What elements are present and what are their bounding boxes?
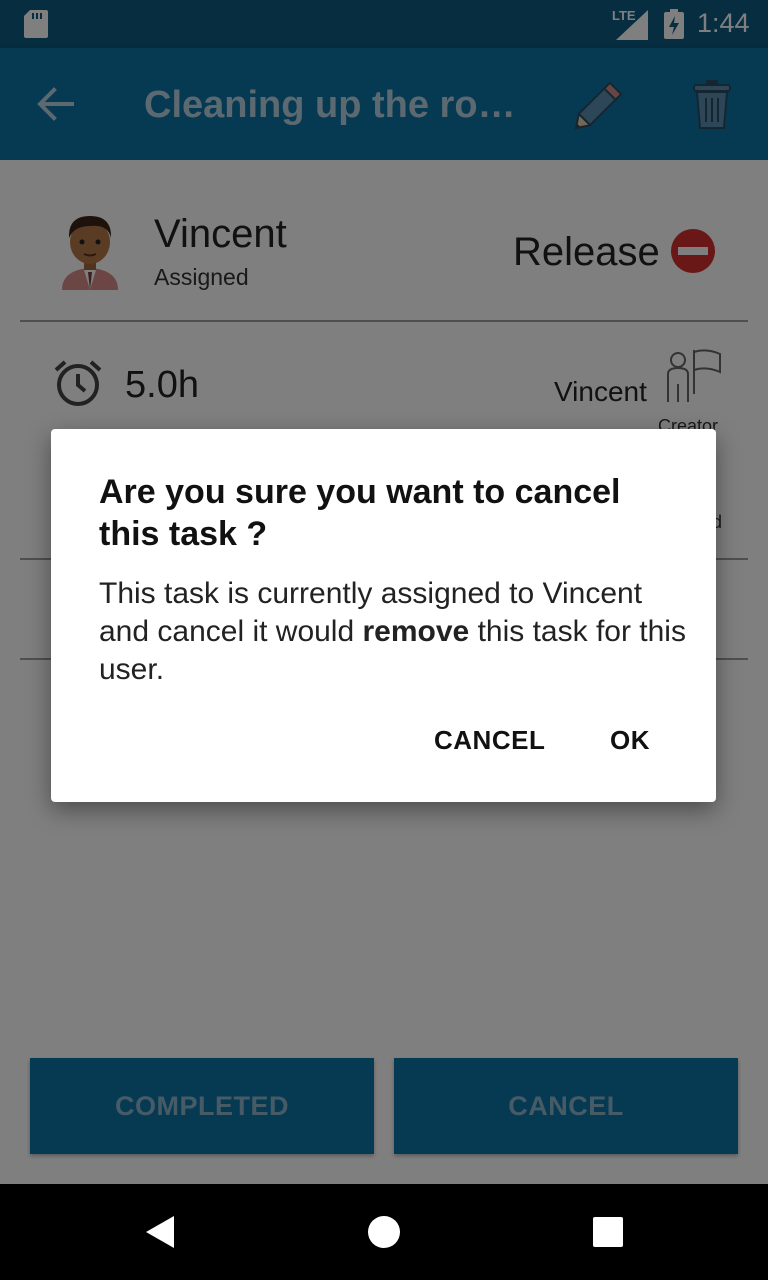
dialog-cancel-button[interactable]: CANCEL	[434, 725, 545, 756]
back-nav-icon[interactable]	[144, 1214, 176, 1255]
confirm-cancel-dialog: Are you sure you want to cancel this tas…	[51, 429, 716, 802]
navigation-bar	[0, 1184, 768, 1280]
home-nav-icon[interactable]	[367, 1215, 401, 1254]
dialog-title: Are you sure you want to cancel this tas…	[99, 473, 621, 553]
dialog-message: This task is currently assigned to Vince…	[99, 575, 689, 689]
dialog-ok-button[interactable]: OK	[610, 725, 650, 756]
recents-nav-icon[interactable]	[593, 1217, 623, 1252]
dialog-message-emphasis: remove	[362, 615, 470, 648]
